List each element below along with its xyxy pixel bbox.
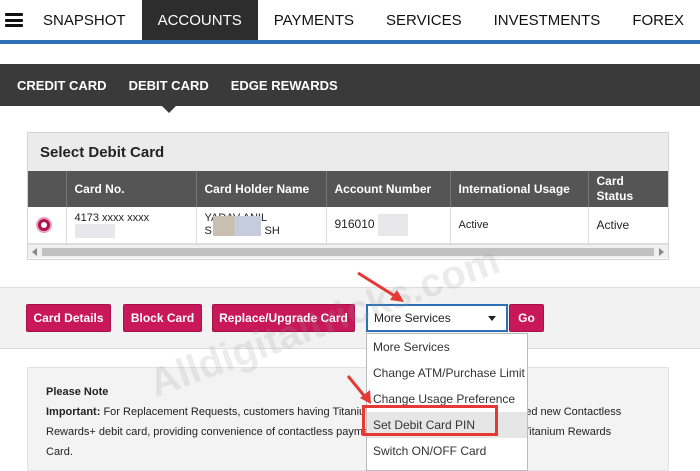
header-select [28, 171, 67, 207]
tab-debit-card[interactable]: DEBIT CARD [118, 64, 220, 113]
note-line-1: Important: For Replacement Requests, cus… [46, 402, 650, 422]
nav-services[interactable]: SERVICES [370, 0, 478, 40]
select-value: More Services [374, 311, 451, 325]
top-navigation: SNAPSHOT ACCOUNTS PAYMENTS SERVICES INVE… [0, 0, 700, 40]
header-card-status: Card Status [588, 171, 668, 207]
nav-underline [0, 40, 700, 44]
holder-name-line2-end: SH [264, 225, 280, 237]
nav-investments[interactable]: INVESTMENTS [478, 0, 617, 40]
chevron-down-icon [488, 316, 496, 321]
note-heading: Please Note [46, 386, 109, 398]
scrollbar-thumb[interactable] [42, 248, 654, 256]
option-more-services[interactable]: More Services [367, 334, 527, 360]
masked-name [212, 216, 261, 236]
go-button[interactable]: Go [509, 304, 544, 332]
scroll-left-icon[interactable] [32, 248, 37, 256]
select-debit-card-panel: Select Debit Card Card No. Card Holder N… [27, 132, 669, 260]
nav-payments[interactable]: PAYMENTS [258, 0, 370, 40]
option-switch-card[interactable]: Switch ON/OFF Card [367, 438, 527, 464]
replace-upgrade-card-button[interactable]: Replace/Upgrade Card [212, 304, 355, 332]
hamburger-menu-icon[interactable] [0, 0, 27, 40]
header-intl-usage: International Usage [450, 171, 589, 207]
tab-credit-card[interactable]: CREDIT CARD [6, 64, 118, 106]
note-text-1a: For Replacement Requests, customers havi… [103, 406, 375, 418]
nav-snapshot[interactable]: SNAPSHOT [27, 0, 142, 40]
header-holder-name: Card Holder Name [196, 171, 327, 207]
header-account-number: Account Number [326, 171, 451, 207]
please-note-box: Please Note Important: For Replacement R… [27, 367, 669, 471]
cards-table: Card No. Card Holder Name Account Number… [28, 171, 668, 244]
option-change-limit[interactable]: Change ATM/Purchase Limit [367, 360, 527, 386]
card-status-cell: Active [588, 207, 668, 244]
header-card-no: Card No. [66, 171, 197, 207]
important-label: Important: [46, 406, 101, 418]
holder-name-line2: S [204, 225, 212, 237]
nav-accounts[interactable]: ACCOUNTS [141, 0, 258, 40]
masked-digits [74, 224, 115, 238]
table-row[interactable]: 4173 xxxx xxxx YADAV ANIL S SH 916010 Ac… [28, 207, 668, 244]
services-dropdown: More Services Change ATM/Purchase Limit … [366, 333, 528, 471]
more-services-select[interactable]: More Services [366, 304, 508, 332]
holder-name-cell: YADAV ANIL S SH [196, 207, 327, 244]
block-card-button[interactable]: Block Card [123, 304, 202, 332]
masked-account [377, 214, 408, 236]
note-line-2: Rewards+ debit card, providing convenien… [46, 422, 650, 442]
account-number-cell: 916010 [326, 207, 451, 244]
card-details-button[interactable]: Card Details [26, 304, 111, 332]
nav-forex[interactable]: FOREX [616, 0, 700, 40]
card-number: 4173 xxxx xxxx [74, 212, 150, 224]
select-cell[interactable] [28, 207, 67, 244]
sub-navigation: CREDIT CARD DEBIT CARD EDGE REWARDS [0, 64, 700, 113]
horizontal-scrollbar[interactable] [28, 244, 668, 258]
tab-edge-rewards[interactable]: EDGE REWARDS [220, 64, 349, 106]
card-number-cell: 4173 xxxx xxxx [66, 207, 197, 244]
card-radio-button[interactable] [36, 217, 52, 233]
account-number: 916010 [334, 217, 375, 232]
note-line-3: Card. [46, 446, 73, 458]
panel-title: Select Debit Card [28, 133, 668, 171]
intl-usage-cell: Active [450, 207, 589, 244]
scroll-right-icon[interactable] [659, 248, 664, 256]
note-text-2a: Rewards+ debit card, providing convenien… [46, 426, 370, 438]
highlight-box [362, 405, 498, 436]
note-text-1b: ered new Contactless [515, 406, 622, 418]
